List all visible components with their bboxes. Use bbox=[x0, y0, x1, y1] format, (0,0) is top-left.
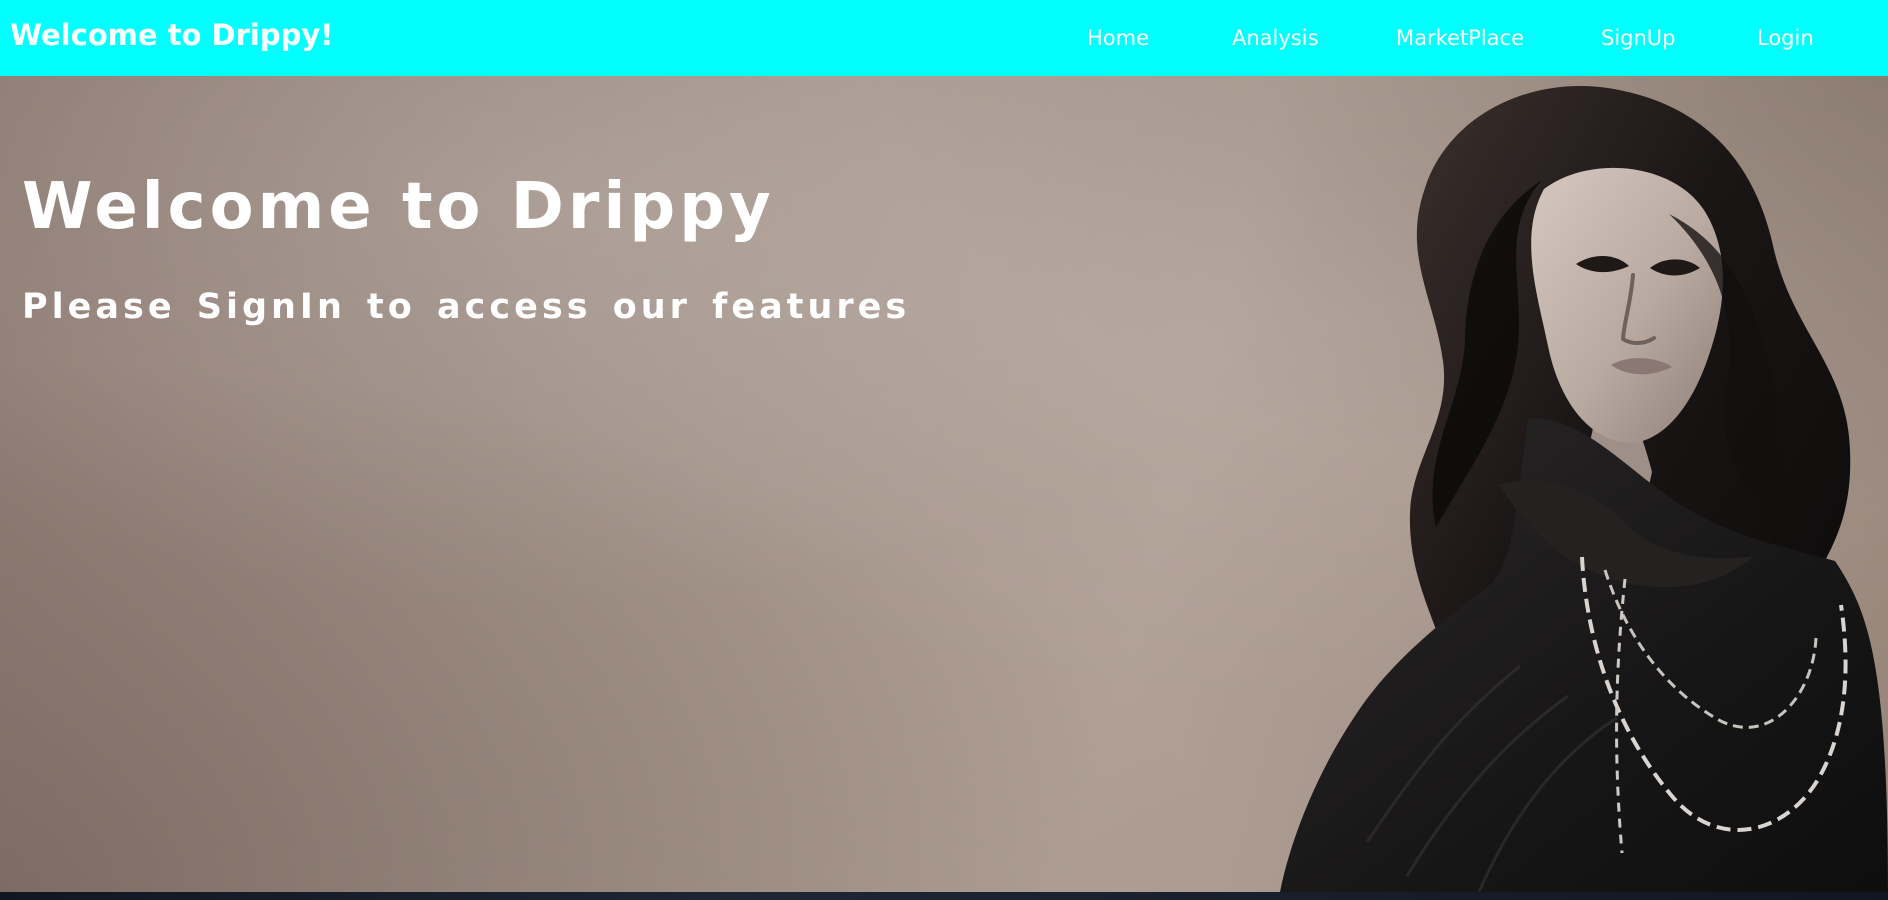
site-brand-title: Welcome to Drippy! bbox=[10, 18, 334, 52]
hero-title: Welcome to Drippy bbox=[22, 170, 775, 244]
drippy-home-page: Welcome to Drippy! Home Analysis MarketP… bbox=[0, 0, 1888, 900]
hero-subtitle: Please SignIn to access our features bbox=[22, 287, 911, 327]
hero-banner: Welcome to Drippy Please SignIn to acces… bbox=[0, 76, 1888, 892]
bottom-dark-strip bbox=[0, 892, 1888, 900]
nav-link-analysis[interactable]: Analysis bbox=[1232, 28, 1319, 49]
nav-link-login[interactable]: Login bbox=[1757, 28, 1814, 49]
fashion-model-photo bbox=[1280, 86, 1888, 892]
nav-link-signup[interactable]: SignUp bbox=[1601, 28, 1676, 49]
nav-link-home[interactable]: Home bbox=[1087, 28, 1149, 49]
nav-link-marketplace[interactable]: MarketPlace bbox=[1396, 28, 1524, 49]
top-navigation-bar: Welcome to Drippy! Home Analysis MarketP… bbox=[0, 0, 1888, 76]
